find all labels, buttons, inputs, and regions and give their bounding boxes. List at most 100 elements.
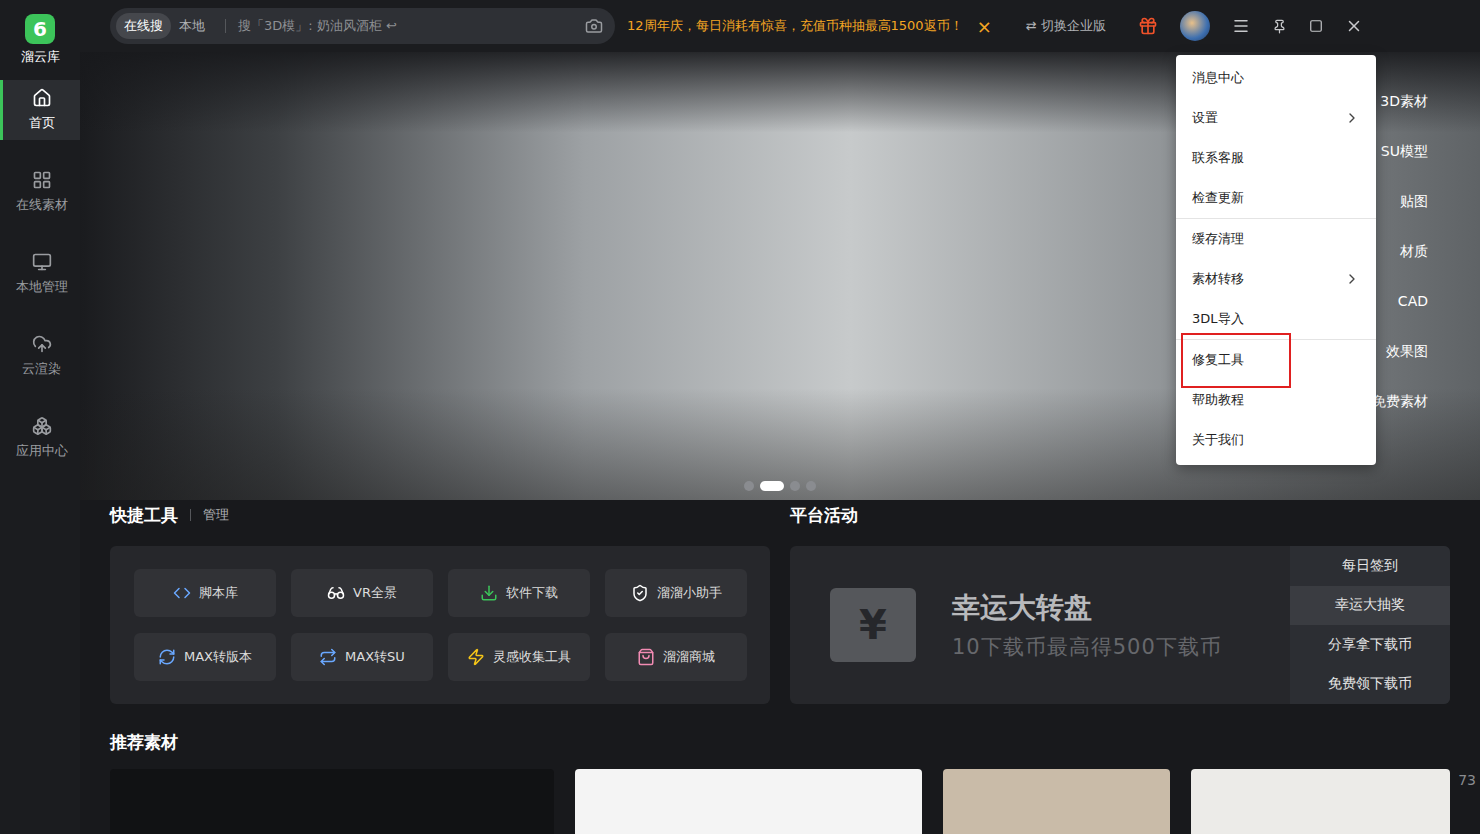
- page-counter: 73: [1458, 772, 1476, 788]
- search-tab[interactable]: 在线搜: [116, 13, 171, 39]
- category-list: 3D素材 SU模型贴图材质 CAD 效果图免费素材: [1372, 92, 1428, 410]
- camera-icon[interactable]: [585, 17, 603, 35]
- menu-item[interactable]: 检查更新: [1176, 178, 1376, 218]
- activity-feature[interactable]: ¥幸运大转盘10下载币最高得500下载币: [790, 546, 1290, 704]
- tool-icon: [467, 648, 485, 666]
- material-card[interactable]: [575, 769, 922, 834]
- top-icons: [1138, 11, 1363, 41]
- material-card[interactable]: [1191, 769, 1450, 834]
- tool-label: 软件下载: [506, 584, 558, 602]
- activity-item[interactable]: 幸运大抽奖: [1290, 586, 1450, 626]
- menu-label: 消息中心: [1192, 69, 1244, 87]
- material-card[interactable]: [943, 769, 1170, 834]
- sidebar-label: 在线素材: [16, 196, 68, 214]
- menu-item[interactable]: 设置: [1176, 98, 1376, 138]
- sidebar: 6 溜云库首页在线素材本地管理云渲染应用中心: [0, 0, 80, 834]
- tool-button[interactable]: 软件下载: [448, 569, 590, 617]
- section-head: 推荐素材: [110, 727, 1450, 757]
- divider: [225, 19, 226, 33]
- tool-button[interactable]: MAX转SU: [291, 633, 433, 681]
- category-item[interactable]: 贴图: [1400, 192, 1428, 210]
- promo-banner[interactable]: 12周年庆，每日消耗有惊喜，充值币种抽最高1500返币！×: [627, 16, 992, 37]
- activities: 平台活动 ¥幸运大转盘10下载币最高得500下载币每日签到幸运大抽奖分享拿下载币免…: [790, 500, 1450, 704]
- sidebar-item[interactable]: 应用中心: [0, 408, 80, 468]
- divider: [190, 509, 191, 521]
- menu-label: 联系客服: [1192, 149, 1244, 167]
- logo-icon: 6: [25, 14, 55, 44]
- tool-button[interactable]: 脚本库: [134, 569, 276, 617]
- menu-icon[interactable]: [1232, 17, 1250, 35]
- tool-button[interactable]: MAX转版本: [134, 633, 276, 681]
- slide-dot[interactable]: [806, 481, 816, 491]
- menu-label: 设置: [1192, 109, 1218, 127]
- switch-edition[interactable]: ⇄ 切换企业版: [1026, 17, 1106, 35]
- app-name: 溜云库: [21, 48, 60, 66]
- category-item[interactable]: 材质: [1400, 242, 1428, 260]
- menu-item[interactable]: 素材转移: [1176, 259, 1376, 299]
- category-item[interactable]: CAD: [1398, 292, 1428, 310]
- menu-item[interactable]: 缓存清理: [1176, 219, 1376, 259]
- search-box[interactable]: 在线搜本地 搜「3D模」: 奶油风酒柜 ↩: [110, 8, 615, 44]
- nav-list: 首页在线素材本地管理云渲染应用中心: [0, 80, 80, 468]
- feature-subtitle: 10下载币最高得500下载币: [952, 633, 1222, 661]
- category-item[interactable]: 效果图: [1386, 342, 1428, 360]
- chevron-right-icon: [1344, 271, 1360, 287]
- tool-button[interactable]: 溜溜商城: [605, 633, 747, 681]
- category-item[interactable]: 免费素材: [1372, 392, 1428, 410]
- activity-item[interactable]: 免费领下载币: [1290, 665, 1450, 705]
- category-item[interactable]: 3D素材: [1380, 92, 1428, 110]
- tool-icon: [631, 584, 649, 602]
- category-item[interactable]: SU模型: [1381, 142, 1428, 160]
- search-input[interactable]: 搜「3D模」: 奶油风酒柜 ↩: [238, 17, 585, 35]
- slide-dot[interactable]: [790, 481, 800, 491]
- tool-activity-row: 快捷工具 管理脚本库 VR全景 软件下载 溜溜小助手 MAX转版本 MAX转SU 灵感收集工具…: [110, 500, 1450, 704]
- tool-label: 灵感收集工具: [493, 648, 571, 666]
- sidebar-item[interactable]: 首页: [0, 80, 80, 140]
- menu-item[interactable]: 帮助教程: [1176, 380, 1376, 420]
- activity-item[interactable]: 每日签到: [1290, 546, 1450, 586]
- tool-icon: [637, 648, 655, 666]
- tool-icon: [158, 648, 176, 666]
- tool-icon: [327, 584, 345, 602]
- activity-list: 每日签到幸运大抽奖分享拿下载币免费领下载币: [1290, 546, 1450, 704]
- sidebar-label: 应用中心: [16, 442, 68, 460]
- promo-close[interactable]: ×: [977, 16, 992, 37]
- menu-label: 缓存清理: [1192, 230, 1244, 248]
- avatar[interactable]: [1180, 11, 1210, 41]
- chevron-right-icon: [1344, 110, 1360, 126]
- pin-icon[interactable]: [1272, 19, 1287, 34]
- slide-dot[interactable]: [744, 481, 754, 491]
- menu-separator: [1176, 339, 1376, 340]
- sidebar-item[interactable]: 在线素材: [0, 162, 80, 222]
- menu-item[interactable]: 联系客服: [1176, 138, 1376, 178]
- slide-dot[interactable]: [760, 481, 784, 491]
- menu-item[interactable]: 关于我们: [1176, 420, 1376, 460]
- nav-icon: [32, 88, 52, 108]
- activity-item[interactable]: 分享拿下载币: [1290, 625, 1450, 665]
- menu-item[interactable]: 修复工具: [1176, 340, 1376, 380]
- nav-icon: [32, 252, 52, 272]
- gift-icon[interactable]: [1138, 16, 1158, 36]
- material-card[interactable]: [110, 769, 554, 834]
- close-icon[interactable]: [1345, 17, 1363, 35]
- menu-item[interactable]: 消息中心: [1176, 58, 1376, 98]
- maximize-icon[interactable]: [1309, 19, 1323, 33]
- dropdown-menu: 消息中心设置联系客服检查更新缓存清理素材转移3DL导入修复工具帮助教程关于我们: [1176, 55, 1376, 465]
- menu-label: 关于我们: [1192, 431, 1244, 449]
- tool-button[interactable]: 灵感收集工具: [448, 633, 590, 681]
- slide-dots: [744, 481, 816, 491]
- sections: 快捷工具 管理脚本库 VR全景 软件下载 溜溜小助手 MAX转版本 MAX转SU 灵感收集工具…: [80, 500, 1480, 834]
- sidebar-label: 首页: [29, 114, 55, 132]
- tool-button[interactable]: VR全景: [291, 569, 433, 617]
- tool-button[interactable]: 溜溜小助手: [605, 569, 747, 617]
- sidebar-item[interactable]: 云渲染: [0, 326, 80, 386]
- menu-label: 检查更新: [1192, 189, 1244, 207]
- section-title: 快捷工具: [110, 504, 178, 527]
- search-tab[interactable]: 本地: [171, 13, 213, 39]
- tool-label: VR全景: [353, 584, 397, 602]
- manage-link[interactable]: 管理: [203, 506, 229, 524]
- section-head: 快捷工具 管理: [110, 500, 770, 530]
- sidebar-item[interactable]: 本地管理: [0, 244, 80, 304]
- logo: 6 溜云库: [0, 0, 80, 80]
- section-title: 平台活动: [790, 504, 858, 527]
